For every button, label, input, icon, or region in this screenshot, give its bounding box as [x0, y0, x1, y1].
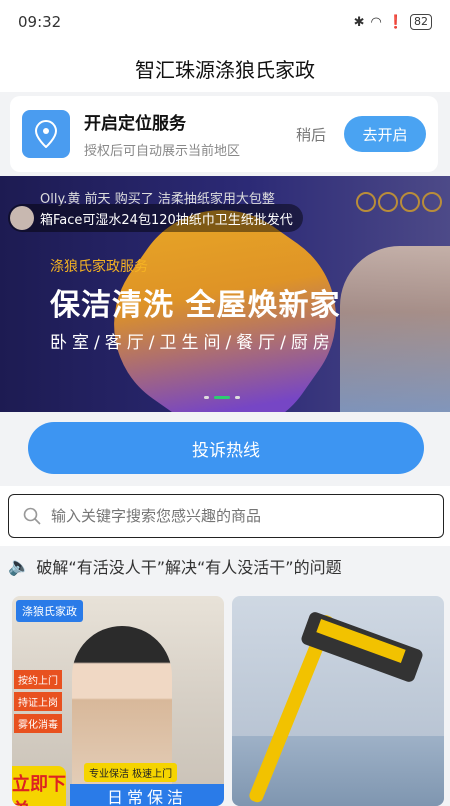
status-bar: 09:32 ✱ ◠ ❗ 82 — [0, 0, 450, 44]
carousel-indicator — [204, 396, 240, 399]
search-bar[interactable] — [8, 494, 444, 538]
daily-cleaning-label: 日常保洁 — [70, 784, 224, 806]
pro-tag: 专业保洁 极速上门 — [84, 763, 178, 782]
notice-text: 破解“有活没人干”解决“有人没活干”的问题 — [36, 558, 342, 577]
search-section — [0, 486, 450, 546]
banner-title: 保洁清洗 全屋焕新家 — [50, 288, 341, 323]
search-input[interactable] — [51, 507, 411, 525]
notice-bar: 🔈 破解“有活没人干”解决“有人没活干”的问题 — [8, 554, 342, 578]
location-pin-icon — [22, 110, 70, 158]
service-chip: 按约上门 — [14, 670, 62, 689]
location-card: 开启定位服务 授权后可自动展示当前地区 稍后 去开启 — [10, 96, 438, 172]
bluetooth-icon: ✱ — [353, 14, 365, 30]
location-text: 开启定位服务 授权后可自动展示当前地区 — [84, 109, 296, 159]
service-chip: 雾化消毒 — [14, 714, 62, 733]
status-icons: ✱ ◠ ❗ 82 — [354, 14, 432, 30]
banner-rooms: 卧室/客厅/卫生间/餐厅/厨房 — [50, 333, 335, 353]
search-icon — [23, 507, 41, 525]
wifi-icon: ◠ — [370, 14, 382, 30]
enable-location-button[interactable]: 去开启 — [344, 116, 426, 152]
avatar — [10, 206, 34, 230]
location-title: 开启定位服务 — [84, 114, 186, 134]
banner-cleaner-image — [340, 246, 450, 412]
later-button[interactable]: 稍后 — [296, 124, 326, 145]
location-subtitle: 授权后可自动展示当前地区 — [84, 144, 241, 159]
product-card-cleaning[interactable]: 涤狼氏家政 按约上门 持证上岗 雾化消毒 专业保洁 极速上门 日常保洁 立即下单 — [12, 596, 224, 806]
banner-rings-decor — [356, 192, 442, 212]
banner-brand: 涤狼氏家政服务 — [50, 259, 148, 275]
brand-tag: 涤狼氏家政 — [16, 600, 83, 622]
status-time: 09:32 — [18, 13, 62, 31]
purchase-ticker-text: 箱Face可湿水24包120抽纸巾卫生纸批发代 — [40, 212, 293, 228]
alert-icon: ❗ — [387, 14, 404, 30]
speaker-icon: 🔈 — [8, 555, 31, 577]
order-now-button[interactable]: 立即下单 — [12, 766, 66, 806]
battery-level: 82 — [410, 14, 432, 30]
page-title: 智汇珠源涤狼氏家政 — [0, 44, 450, 92]
service-chip: 持证上岗 — [14, 692, 62, 711]
complaint-hotline-button[interactable]: 投诉热线 — [28, 422, 424, 474]
purchase-ticker: 箱Face可湿水24包120抽纸巾卫生纸批发代 — [8, 204, 303, 232]
promo-banner[interactable]: Olly.黄 前天 购买了 洁柔抽纸家用大包整 箱Face可湿水24包120抽纸… — [0, 176, 450, 412]
product-card-mop[interactable] — [232, 596, 444, 806]
